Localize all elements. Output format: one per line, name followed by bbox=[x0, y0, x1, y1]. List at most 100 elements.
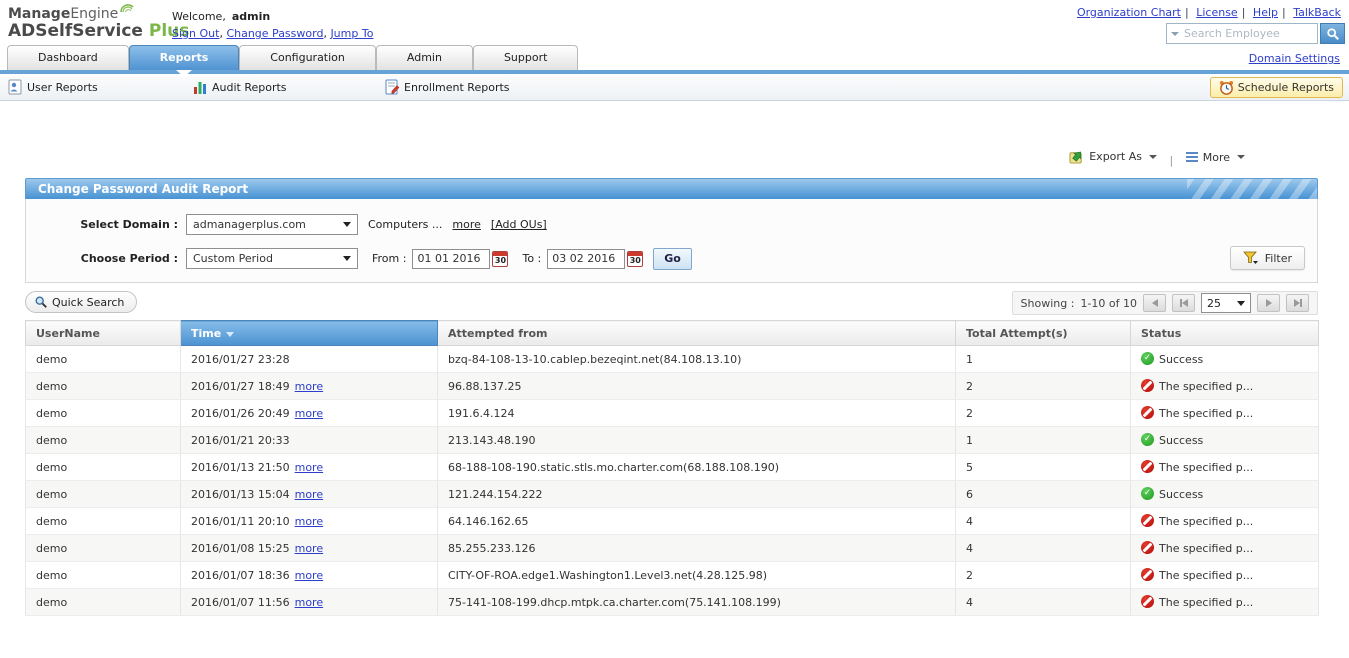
schedule-reports-button[interactable]: Schedule Reports bbox=[1209, 77, 1343, 98]
cell-username: demo bbox=[25, 372, 181, 400]
select-caret-icon bbox=[1237, 300, 1245, 306]
add-ous-link[interactable]: [Add OUs] bbox=[491, 218, 547, 231]
more-link[interactable]: more bbox=[295, 488, 324, 501]
more-link[interactable]: more bbox=[295, 380, 324, 393]
audit-table-body: demo 2016/01/27 23:28 bzq-84-108-13-10.cab… bbox=[25, 345, 1319, 616]
audit-reports-icon bbox=[194, 82, 206, 94]
cell-username: demo bbox=[25, 426, 181, 454]
more-link[interactable]: more bbox=[295, 407, 324, 420]
cell-total-attempts: 2 bbox=[955, 399, 1131, 427]
app-header: ManageEngine ADSelfService Plus Welcome,… bbox=[0, 0, 1349, 44]
more-link[interactable]: more bbox=[295, 596, 324, 609]
column-header-total-attempts[interactable]: Total Attempt(s) bbox=[955, 320, 1131, 346]
column-header-status[interactable]: Status bbox=[1130, 320, 1319, 346]
more-link[interactable]: more bbox=[295, 569, 324, 582]
cell-total-attempts: 6 bbox=[955, 480, 1131, 508]
reports-subnav: User Reports Audit Reports Enrollment Re… bbox=[0, 74, 1349, 101]
sort-desc-icon bbox=[226, 331, 235, 337]
time-value: 2016/01/13 21:50 bbox=[191, 460, 290, 474]
cell-time: 2016/01/21 20:33 bbox=[180, 426, 438, 454]
next-page-button[interactable] bbox=[1257, 294, 1280, 312]
search-employee-input[interactable] bbox=[1184, 27, 1304, 40]
column-header-time[interactable]: Time bbox=[180, 320, 438, 346]
export-as-button[interactable]: Export As bbox=[1069, 149, 1157, 164]
brand-engine: Engine bbox=[70, 6, 119, 22]
subnav-item-user-reports[interactable]: User Reports bbox=[8, 79, 98, 95]
time-value: 2016/01/27 23:28 bbox=[191, 352, 290, 366]
search-scope-caret-icon[interactable] bbox=[1171, 31, 1179, 36]
from-calendar-icon[interactable]: 30 bbox=[492, 250, 509, 267]
change-password-link[interactable]: Change Password bbox=[226, 27, 323, 40]
cell-attempted-from: CITY-OF-ROA.edge1.Washington1.Level3.net… bbox=[437, 561, 956, 589]
cell-attempted-from: 121.244.154.222 bbox=[437, 480, 956, 508]
page-size-value: 25 bbox=[1207, 296, 1221, 310]
tab-configuration[interactable]: Configuration bbox=[239, 45, 376, 70]
domain-settings-link[interactable]: Domain Settings bbox=[1249, 52, 1340, 65]
subnav-item-enrollment-reports[interactable]: Enrollment Reports bbox=[385, 79, 510, 95]
tab-support[interactable]: Support bbox=[472, 45, 579, 70]
filter-button[interactable]: Filter bbox=[1229, 246, 1305, 270]
main-tab-bar: Dashboard Reports Configuration Admin Suppor… bbox=[0, 44, 1349, 77]
table-row: demo 2016/01/07 18:36 more CITY-OF-ROA.edge… bbox=[25, 561, 1319, 589]
showing-range: 1-10 of 10 bbox=[1080, 296, 1137, 310]
select-caret-icon bbox=[343, 222, 351, 227]
brand-product: ADSelfService bbox=[8, 21, 143, 42]
quick-search-icon bbox=[35, 296, 47, 308]
more-link[interactable]: more bbox=[295, 515, 324, 528]
to-date-input[interactable] bbox=[547, 248, 626, 269]
tab-dashboard[interactable]: Dashboard bbox=[7, 45, 129, 70]
to-calendar-icon[interactable]: 30 bbox=[627, 250, 644, 267]
search-button[interactable] bbox=[1320, 23, 1345, 44]
more-link[interactable]: more bbox=[295, 542, 324, 555]
computers-more-link[interactable]: more bbox=[452, 218, 481, 231]
select-caret-icon bbox=[343, 256, 351, 261]
organization-chart-link[interactable]: Organization Chart bbox=[1077, 6, 1181, 19]
table-row: demo 2016/01/27 18:49 more 96.88.137.25 2 The… bbox=[25, 372, 1319, 400]
column-header-username[interactable]: UserName bbox=[25, 320, 181, 346]
from-label: From : bbox=[372, 252, 407, 265]
domain-select[interactable]: admanagerplus.com bbox=[186, 214, 358, 235]
pagination: Showing : 1-10 of 10 25 bbox=[1011, 291, 1318, 315]
more-link[interactable]: more bbox=[295, 461, 324, 474]
cell-time: 2016/01/07 18:36 more bbox=[180, 561, 438, 589]
subnav-item-audit-reports[interactable]: Audit Reports bbox=[193, 79, 287, 95]
more-button[interactable]: More bbox=[1185, 150, 1245, 164]
column-header-attempted-from[interactable]: Attempted from bbox=[437, 320, 956, 346]
cell-attempted-from: 96.88.137.25 bbox=[437, 372, 956, 400]
tab-admin[interactable]: Admin bbox=[375, 45, 473, 70]
status-text: The specified p... bbox=[1159, 515, 1254, 528]
cell-username: demo bbox=[25, 480, 181, 508]
computers-text: Computers ... bbox=[368, 218, 443, 231]
talkback-link[interactable]: TalkBack bbox=[1293, 6, 1341, 19]
cell-attempted-from: 213.143.48.190 bbox=[437, 426, 956, 454]
previous-page-button[interactable] bbox=[1143, 294, 1166, 312]
failure-icon bbox=[1141, 568, 1154, 581]
status-text: The specified p... bbox=[1159, 569, 1254, 582]
from-date-input[interactable] bbox=[412, 248, 491, 269]
status-text: The specified p... bbox=[1159, 596, 1254, 609]
help-link[interactable]: Help bbox=[1253, 6, 1278, 19]
chevron-down-icon bbox=[1149, 154, 1157, 159]
time-value: 2016/01/07 18:36 bbox=[191, 568, 290, 582]
report-toolbar: Export As | More bbox=[0, 149, 1349, 169]
period-select[interactable]: Custom Period bbox=[186, 248, 358, 269]
to-label: To : bbox=[522, 252, 542, 265]
cell-username: demo bbox=[25, 345, 181, 373]
sign-out-link[interactable]: Sign Out bbox=[172, 27, 219, 40]
toolbar-separator: | bbox=[1169, 154, 1174, 167]
first-page-button[interactable] bbox=[1172, 294, 1195, 312]
time-value: 2016/01/26 20:49 bbox=[191, 406, 290, 420]
success-icon bbox=[1141, 433, 1154, 446]
jump-to-link[interactable]: Jump To bbox=[330, 27, 373, 40]
cell-total-attempts: 2 bbox=[955, 561, 1131, 589]
page-size-select[interactable]: 25 bbox=[1201, 293, 1251, 313]
license-link[interactable]: License bbox=[1196, 6, 1237, 19]
last-page-button[interactable] bbox=[1286, 294, 1309, 312]
table-header-row: UserName Time Attempted from Total Attem… bbox=[25, 320, 1319, 346]
quick-search-button[interactable]: Quick Search bbox=[25, 291, 138, 313]
tab-reports[interactable]: Reports bbox=[128, 45, 240, 77]
bar-icon bbox=[1299, 299, 1302, 307]
domain-select-value: admanagerplus.com bbox=[193, 218, 306, 231]
go-button[interactable]: Go bbox=[653, 247, 692, 270]
current-username: admin bbox=[231, 10, 271, 23]
